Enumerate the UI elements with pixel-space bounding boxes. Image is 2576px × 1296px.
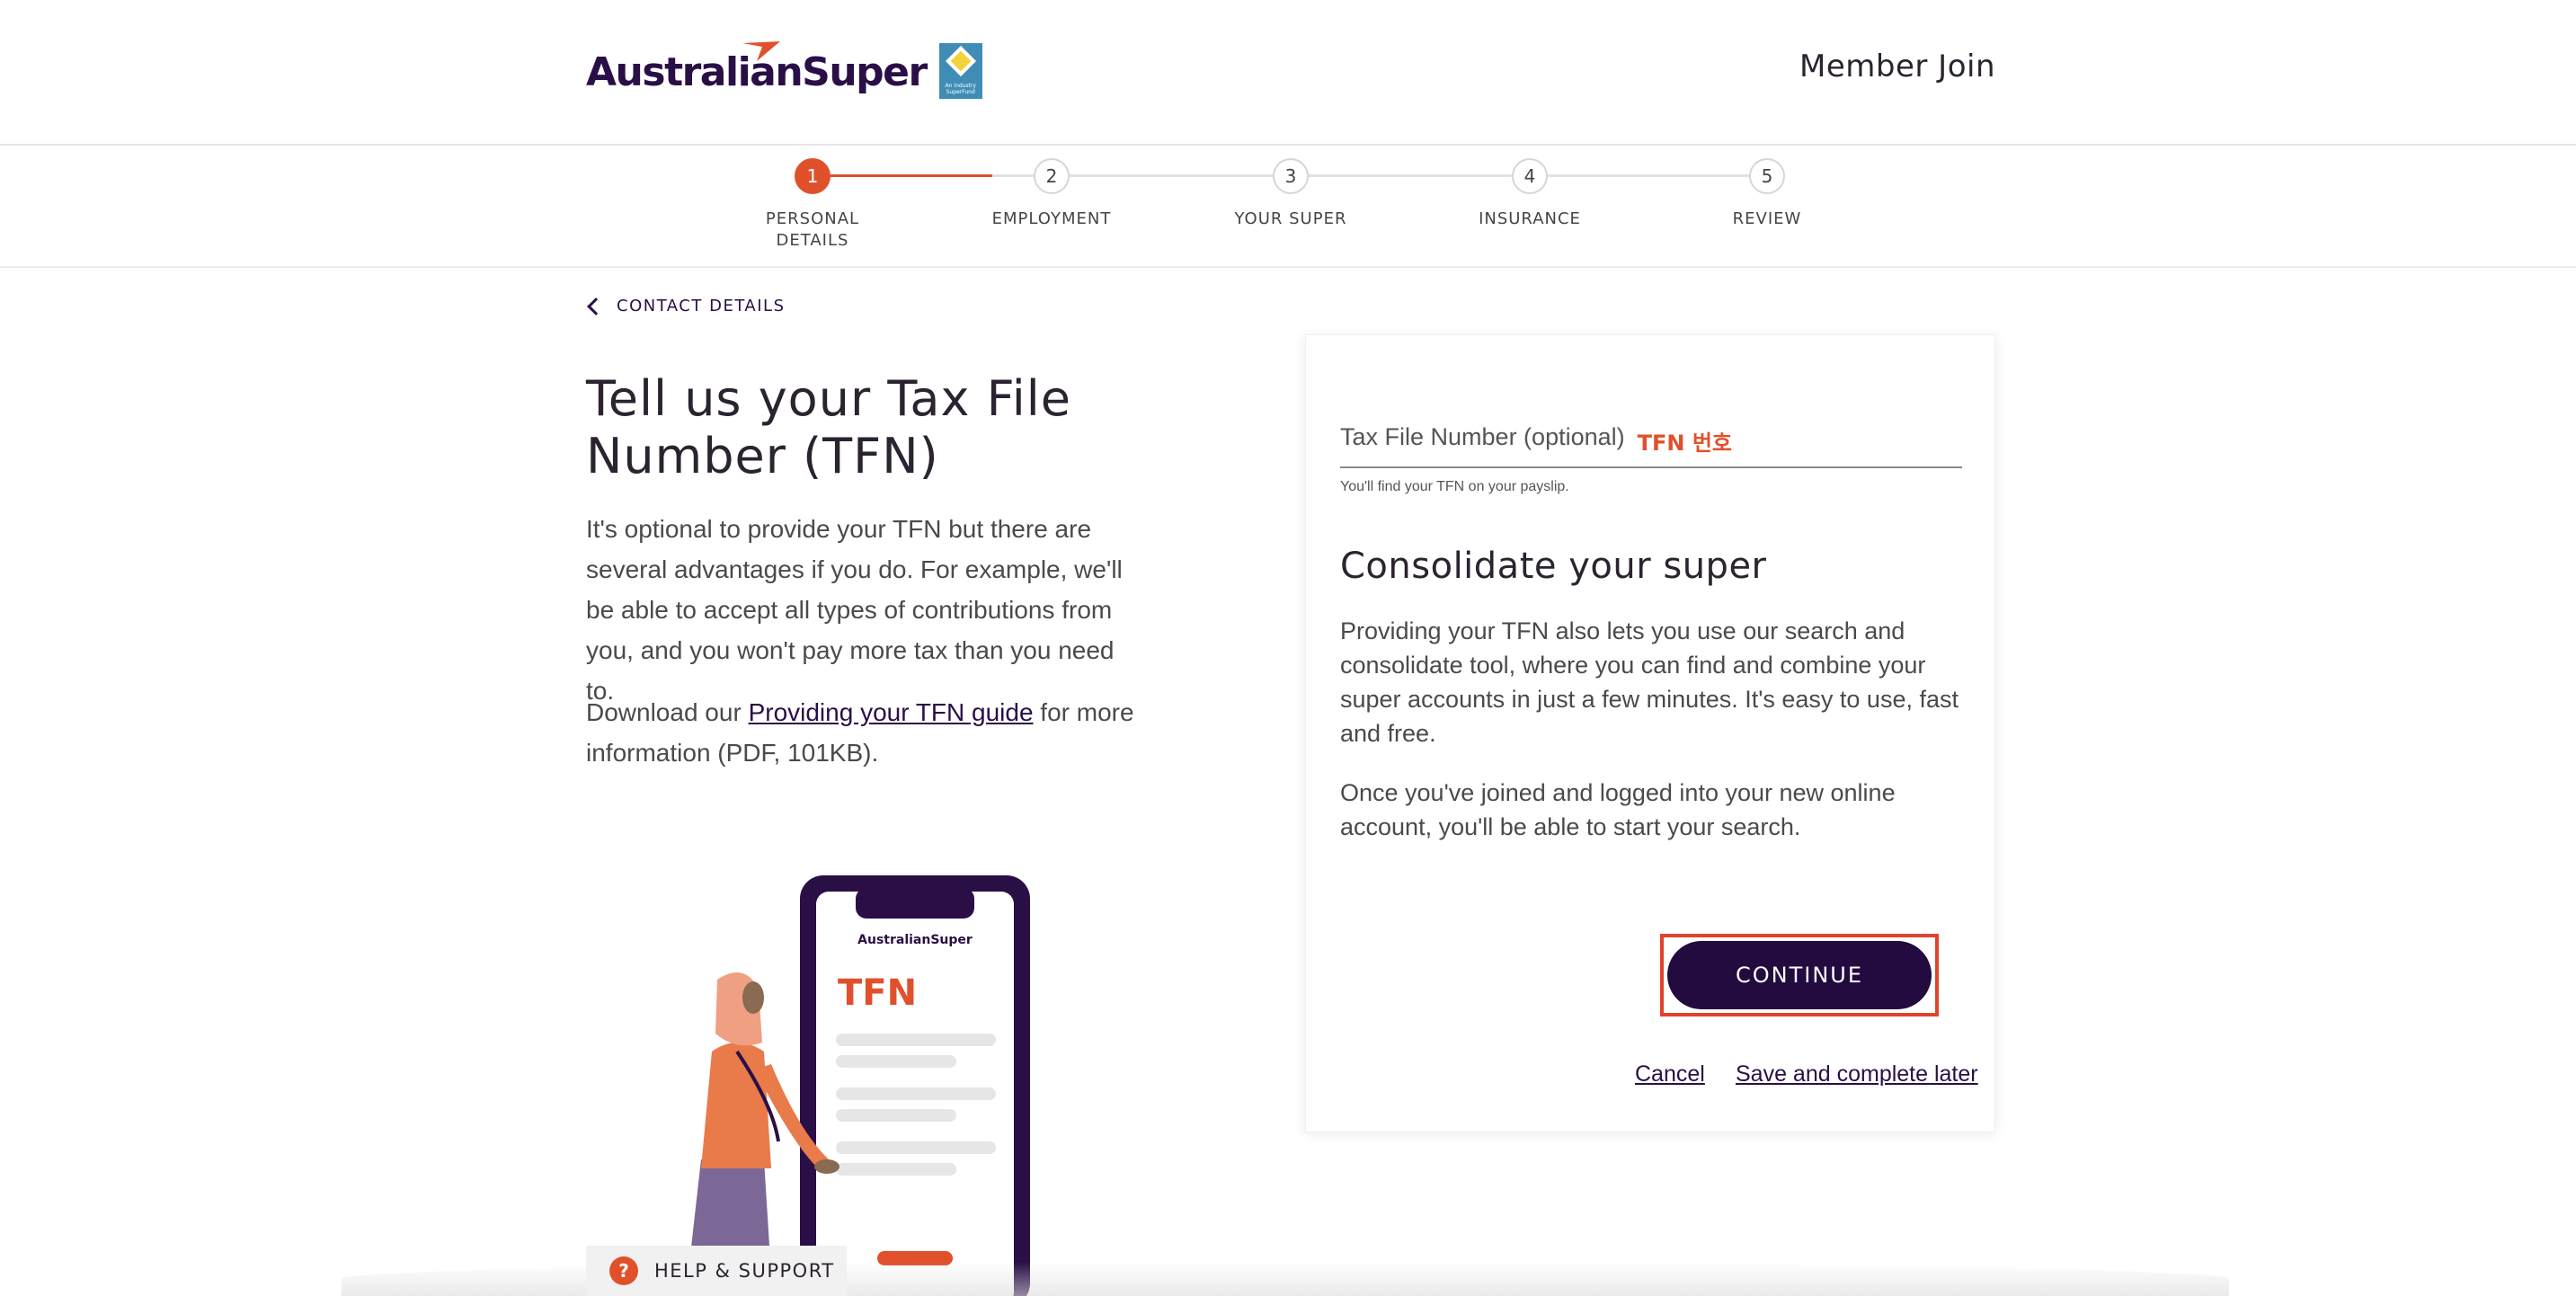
woman-body [701, 1043, 771, 1168]
consolidate-paragraph-2: Once you've joined and logged into your … [1340, 779, 1896, 840]
tfn-form-card: Tax File Number (optional) TFN 번호 You'll… [1305, 334, 1995, 1132]
badge-text: An Industry SuperFund [945, 83, 976, 95]
phone-placeholder-line [836, 1141, 996, 1154]
step-number: 5 [1749, 158, 1785, 194]
woman-hand [814, 1159, 839, 1174]
tfn-guide-link[interactable]: Providing your TFN guide [749, 698, 1034, 726]
step-label: YOUR SUPER [1234, 209, 1347, 228]
step-label: EMPLOYMENT [991, 209, 1112, 228]
phone-brand-text: AustralianSuper [857, 933, 973, 947]
phone-placeholder-line [836, 1034, 996, 1046]
step-label: INSURANCE [1479, 209, 1581, 228]
download-prefix: Download our [586, 698, 749, 726]
logo-wordmark: AustralianSuper [586, 41, 928, 104]
help-and-support-button[interactable]: ? HELP & SUPPORT [586, 1246, 847, 1296]
phone-placeholder-line [836, 1087, 996, 1100]
step-number: 2 [1034, 158, 1070, 194]
tfn-input-label: Tax File Number (optional) [1340, 423, 1625, 450]
progress-stepper: 1 PERSONAL DETAILS 2 EMPLOYMENT 3 YOUR S… [0, 146, 2576, 268]
phone-notch [856, 888, 974, 919]
woman-with-phone-illustration: AustralianSuper TFN [685, 875, 1030, 1296]
step-number: 4 [1512, 158, 1548, 194]
step-number: 1 [795, 158, 831, 194]
badge-diamond-icon [945, 46, 976, 76]
step-number: 3 [1273, 158, 1309, 194]
page-title: Tell us your Tax File Number (TFN) [586, 370, 1071, 484]
step-label: REVIEW [1732, 209, 1802, 228]
chevron-left-icon [587, 297, 605, 315]
step-review[interactable]: 5 REVIEW [1668, 158, 1866, 230]
help-question-icon: ? [609, 1256, 638, 1285]
consolidate-paragraph-1: Providing your TFN also lets you use our… [1340, 617, 1959, 747]
step-label-line1: PERSONAL [765, 209, 860, 228]
intro-paragraph: It's optional to provide your TFN but th… [586, 515, 1123, 705]
step-your-super[interactable]: 3 YOUR SUPER [1192, 158, 1390, 230]
step-label: PERSONAL DETAILS [714, 209, 911, 252]
woman-face [742, 981, 764, 1014]
site-header: AustralianSuper An Industry SuperFund Me… [0, 0, 2576, 146]
continue-button[interactable]: CONTINUE [1667, 941, 1932, 1009]
phone-placeholder-line [836, 1109, 956, 1122]
cancel-link[interactable]: Cancel [1635, 1061, 1705, 1087]
step-employment[interactable]: 2 EMPLOYMENT [953, 158, 1150, 230]
page-heading-member-join: Member Join [1799, 49, 1995, 84]
tfn-input[interactable]: Tax File Number (optional) TFN 번호 [1340, 423, 1962, 468]
logo-swoosh-icon [742, 41, 780, 61]
step-label-line2: DETAILS [776, 231, 849, 250]
help-label: HELP & SUPPORT [654, 1260, 835, 1282]
tfn-korean-annotation: TFN 번호 [1637, 431, 1732, 456]
phone-tfn-heading: TFN [838, 972, 917, 1014]
phone-placeholder-line [836, 1163, 956, 1176]
industry-super-fund-badge: An Industry SuperFund [938, 43, 982, 99]
australiansuper-logo[interactable]: AustralianSuper An Industry SuperFund [586, 41, 982, 104]
back-to-contact-details-link[interactable]: CONTACT DETAILS [586, 297, 786, 315]
consolidate-title: Consolidate your super [1340, 546, 1767, 587]
step-insurance[interactable]: 4 INSURANCE [1431, 158, 1629, 230]
step-personal-details[interactable]: 1 PERSONAL DETAILS [714, 158, 911, 252]
continue-highlight-box: CONTINUE [1660, 934, 1939, 1016]
back-link-label: CONTACT DETAILS [617, 297, 786, 315]
tfn-hint-text: You'll find your TFN on your payslip. [1340, 479, 1569, 494]
download-paragraph: Download our Providing your TFN guide fo… [586, 692, 1143, 773]
phone-placeholder-line [836, 1055, 956, 1068]
save-and-complete-later-link[interactable]: Save and complete later [1736, 1061, 1978, 1087]
